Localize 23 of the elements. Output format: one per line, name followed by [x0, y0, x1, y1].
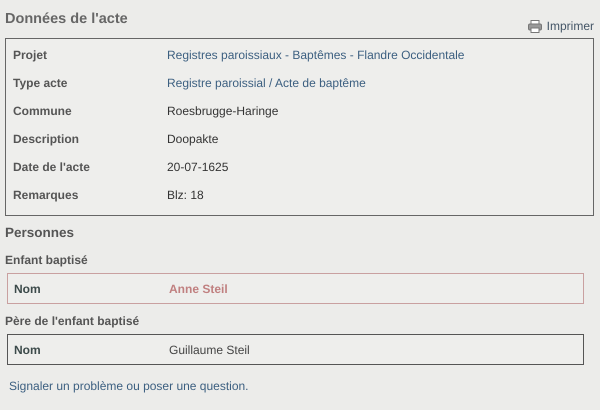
person-role: Enfant baptisé [5, 253, 89, 269]
field-label: Nom [13, 282, 42, 296]
field-label: Remarques [12, 188, 80, 202]
field-value: Doopakte [167, 132, 218, 146]
field-label: Projet [12, 48, 48, 62]
field-value: Roesbrugge-Haringe [167, 104, 278, 118]
field-label: Type acte [12, 76, 68, 90]
field-value: Blz: 18 [167, 188, 204, 202]
printer-icon [528, 20, 542, 32]
persons-heading: Personnes [5, 225, 76, 242]
report-link[interactable]: Signaler un problème ou poser une question. [9, 379, 594, 393]
print-link[interactable]: Imprimer [528, 19, 594, 33]
field-label: Nom [13, 342, 42, 356]
field-label: Date de l'acte [12, 160, 91, 174]
field-label: Description [12, 132, 80, 146]
section-title: Données de l'acte [5, 11, 128, 27]
person-role: Père de l'enfant baptisé [5, 314, 140, 330]
field-value-link[interactable]: Registre paroissial / Acte de baptême [167, 76, 366, 90]
field-value-link[interactable]: Registres paroissiaux - Baptêmes - Flandre Occidentale [167, 48, 464, 62]
person-name: Anne Steil [169, 282, 228, 296]
field-value: 20-07-1625 [167, 160, 228, 174]
person-name: Guillaume Steil [169, 342, 250, 356]
field-label: Commune [12, 104, 73, 118]
